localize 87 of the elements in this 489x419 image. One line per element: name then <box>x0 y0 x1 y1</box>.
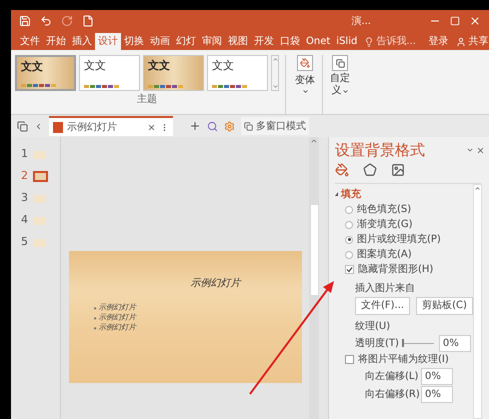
new-tab-icon[interactable] <box>189 120 201 132</box>
slide-thumbnail-item[interactable]: 5 <box>21 235 60 250</box>
radio-label: 图案填充(A) <box>357 248 412 262</box>
ribbon-tab[interactable]: 设计 <box>95 33 121 50</box>
radio-label: 渐变填充(G) <box>357 218 413 232</box>
offset-field[interactable]: 0% <box>421 368 453 384</box>
scroll-down-icon <box>272 83 278 90</box>
slide-thumbnail-item[interactable]: 4 <box>21 213 60 228</box>
theme-thumbnail[interactable]: 文文 <box>207 55 268 91</box>
theme-thumbnail[interactable]: 文文 <box>15 55 76 91</box>
ribbon-tab[interactable]: 幻灯 <box>173 33 199 50</box>
radio-button[interactable] <box>345 250 353 258</box>
maximize-icon[interactable] <box>450 16 460 26</box>
variants-icon <box>297 55 313 71</box>
variants-button[interactable]: 变体 <box>292 55 318 114</box>
slide-thumbnail-item[interactable]: 1 <box>21 147 60 162</box>
document-tab-title: 示例幻灯片 <box>67 120 118 134</box>
save-icon[interactable] <box>19 15 31 27</box>
fill-icon[interactable] <box>335 162 349 176</box>
search-icon[interactable] <box>207 120 218 132</box>
fill-section-header[interactable]: 填充 <box>335 186 473 202</box>
login-link[interactable]: 登录 <box>428 33 448 50</box>
group-label: 主题 <box>137 92 157 107</box>
share-button[interactable]: 共享 <box>456 33 488 50</box>
theme-thumbnail[interactable]: 文文 <box>143 55 204 91</box>
transparency-slider[interactable] <box>402 339 434 347</box>
ribbon-tab[interactable]: 文件 <box>17 33 43 50</box>
ribbon-tab[interactable]: Onet <box>303 33 334 50</box>
offset-label: 向左偏移(L) <box>365 370 415 384</box>
windows-icon <box>244 122 253 130</box>
slider-thumb[interactable] <box>402 339 404 347</box>
radio-button[interactable] <box>345 236 353 244</box>
ribbon-tab[interactable]: 开始 <box>43 33 69 50</box>
checkbox[interactable] <box>345 355 354 364</box>
close-icon[interactable] <box>469 15 481 27</box>
insert-from-label: 插入图片来自 <box>354 282 416 296</box>
ribbon-tab[interactable]: 视图 <box>225 33 251 50</box>
checkbox-label: 将图片平铺为纹理(I) <box>358 352 449 367</box>
dropdown-caret-icon <box>342 88 348 94</box>
customize-button[interactable]: 自定 义 <box>327 55 353 114</box>
multi-window-button[interactable]: 多窗口模式 <box>241 117 309 135</box>
pages-icon[interactable] <box>17 120 28 132</box>
ribbon-tab[interactable]: 插入 <box>69 33 95 50</box>
tell-me-field[interactable]: 告诉我... <box>376 34 422 49</box>
slide-title: 示例幻灯片 <box>190 276 240 291</box>
document-tab[interactable]: 示例幻灯片 <box>49 116 173 136</box>
radio-button[interactable] <box>345 206 353 214</box>
scroll-left-icon[interactable] <box>34 122 43 130</box>
window-title: 演... <box>351 14 371 28</box>
person-icon <box>456 36 466 46</box>
pane-title: 设置背景格式 <box>335 140 425 161</box>
scroll-up-icon[interactable] <box>310 137 318 145</box>
ribbon-tab[interactable]: 开发 <box>251 33 277 50</box>
texture-label: 纹理(U) <box>354 320 392 334</box>
new-file-icon[interactable] <box>82 15 94 27</box>
checkbox-label: 隐藏背景图形(H) <box>358 262 434 277</box>
presentation-file-icon <box>53 122 63 132</box>
insert-button[interactable]: 文件(F)... <box>355 296 410 314</box>
theme-thumbnail[interactable]: 文文 <box>79 55 140 91</box>
pentagon-icon[interactable] <box>363 162 377 176</box>
offset-field[interactable]: 0% <box>421 386 453 402</box>
ribbon-tab[interactable]: 审阅 <box>199 33 225 50</box>
close-tab-icon[interactable] <box>147 122 156 132</box>
ribbon-tab[interactable]: 动画 <box>147 33 173 50</box>
slide-thumbnail-item[interactable]: 2 <box>21 169 60 184</box>
radio-label: 图片或纹理填充(P) <box>357 232 441 247</box>
transparency-label: 透明度(T) <box>355 336 399 350</box>
checkbox[interactable] <box>345 265 354 274</box>
radio-label: 纯色填充(S) <box>357 202 412 217</box>
lightbulb-icon <box>364 36 374 46</box>
insert-button[interactable]: 剪贴板(C) <box>416 296 473 314</box>
radio-button[interactable] <box>345 220 353 228</box>
settings-icon[interactable] <box>224 120 235 132</box>
close-pane-icon[interactable] <box>476 146 485 155</box>
scroll-up-icon[interactable] <box>474 184 481 192</box>
slide-thumbnail-item[interactable]: 3 <box>21 191 60 206</box>
undo-icon[interactable] <box>40 15 52 27</box>
dropdown-caret-icon <box>302 88 308 95</box>
picture-icon[interactable] <box>391 162 405 176</box>
transparency-field[interactable]: 0% <box>438 334 471 352</box>
ribbon-tab[interactable]: 口袋 <box>277 33 303 50</box>
customize-icon <box>332 55 348 71</box>
ribbon-tab[interactable]: iSlid <box>333 33 360 50</box>
pane-scrollbar[interactable] <box>472 184 482 419</box>
ribbon-tab[interactable]: 切换 <box>121 33 147 50</box>
scroll-up-icon <box>272 56 278 63</box>
vertical-scrollbar[interactable] <box>309 137 319 419</box>
